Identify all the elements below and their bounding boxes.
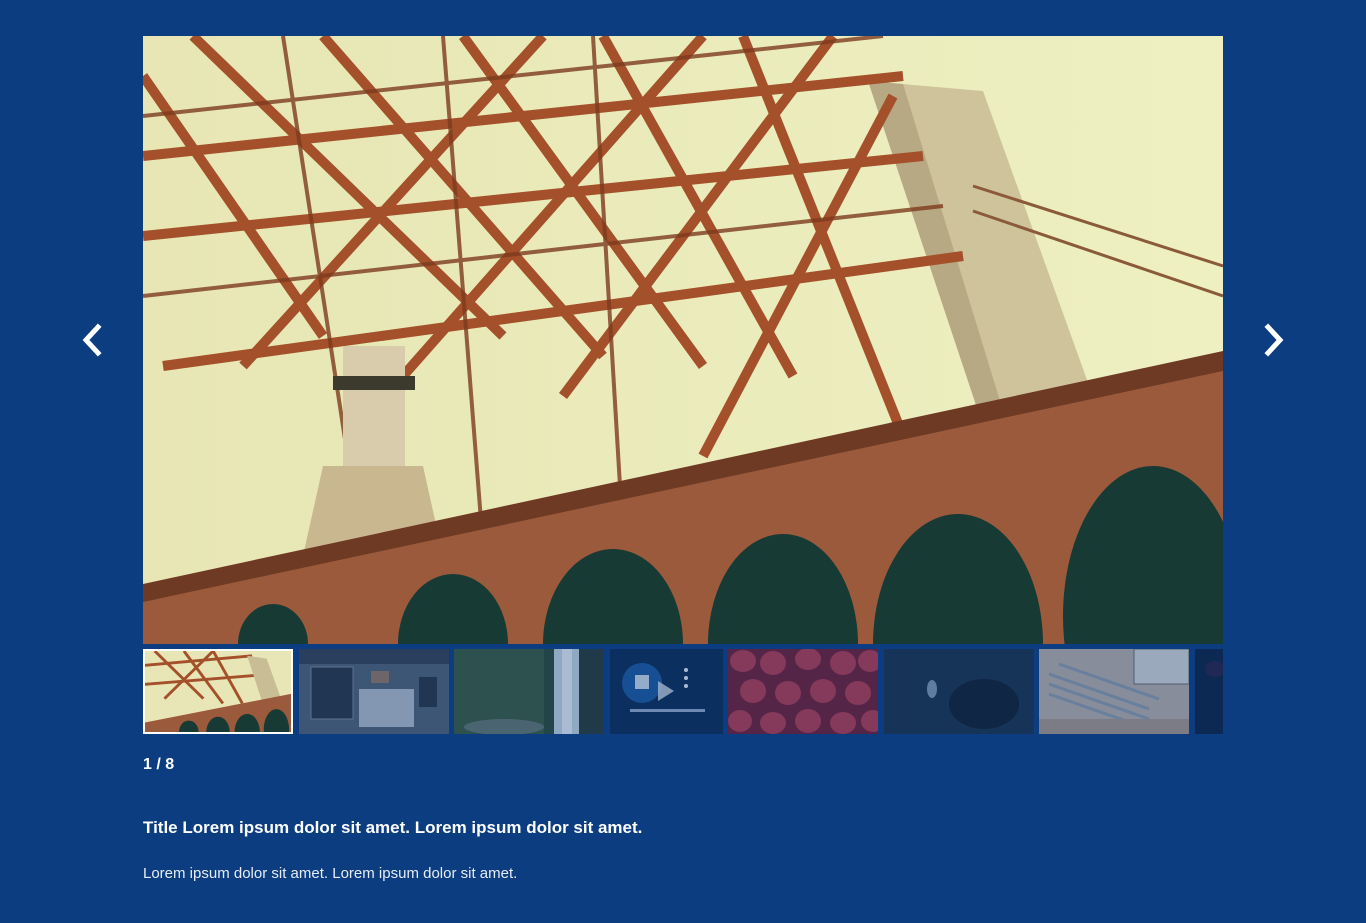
main-image (143, 36, 1223, 644)
thumbnail-video[interactable] (610, 649, 723, 734)
chevron-right-icon (1264, 323, 1284, 357)
caption-title: Title Lorem ipsum dolor sit amet. Lorem … (143, 818, 643, 837)
thumbnail-bridge[interactable] (143, 649, 293, 734)
next-button[interactable] (1252, 318, 1296, 362)
media-gallery: 1 / 8 Title Lorem ipsum dolor sit amet. … (0, 0, 1366, 923)
thumbnail-strawberries[interactable] (728, 649, 878, 734)
thumbnail-desk-laptop[interactable] (299, 649, 449, 734)
thumbnail-strip (143, 649, 1223, 734)
thumbnail-pens[interactable] (1039, 649, 1189, 734)
caption-description: Lorem ipsum dolor sit amet. Lorem ipsum … (143, 865, 518, 882)
previous-button[interactable] (70, 318, 114, 362)
thumbnail-diver[interactable] (884, 649, 1034, 734)
chevron-left-icon (82, 323, 102, 357)
thumbnail-waterfall[interactable] (454, 649, 604, 734)
thumbnail-dark[interactable] (1195, 649, 1223, 734)
slide-counter: 1 / 8 (143, 756, 175, 773)
